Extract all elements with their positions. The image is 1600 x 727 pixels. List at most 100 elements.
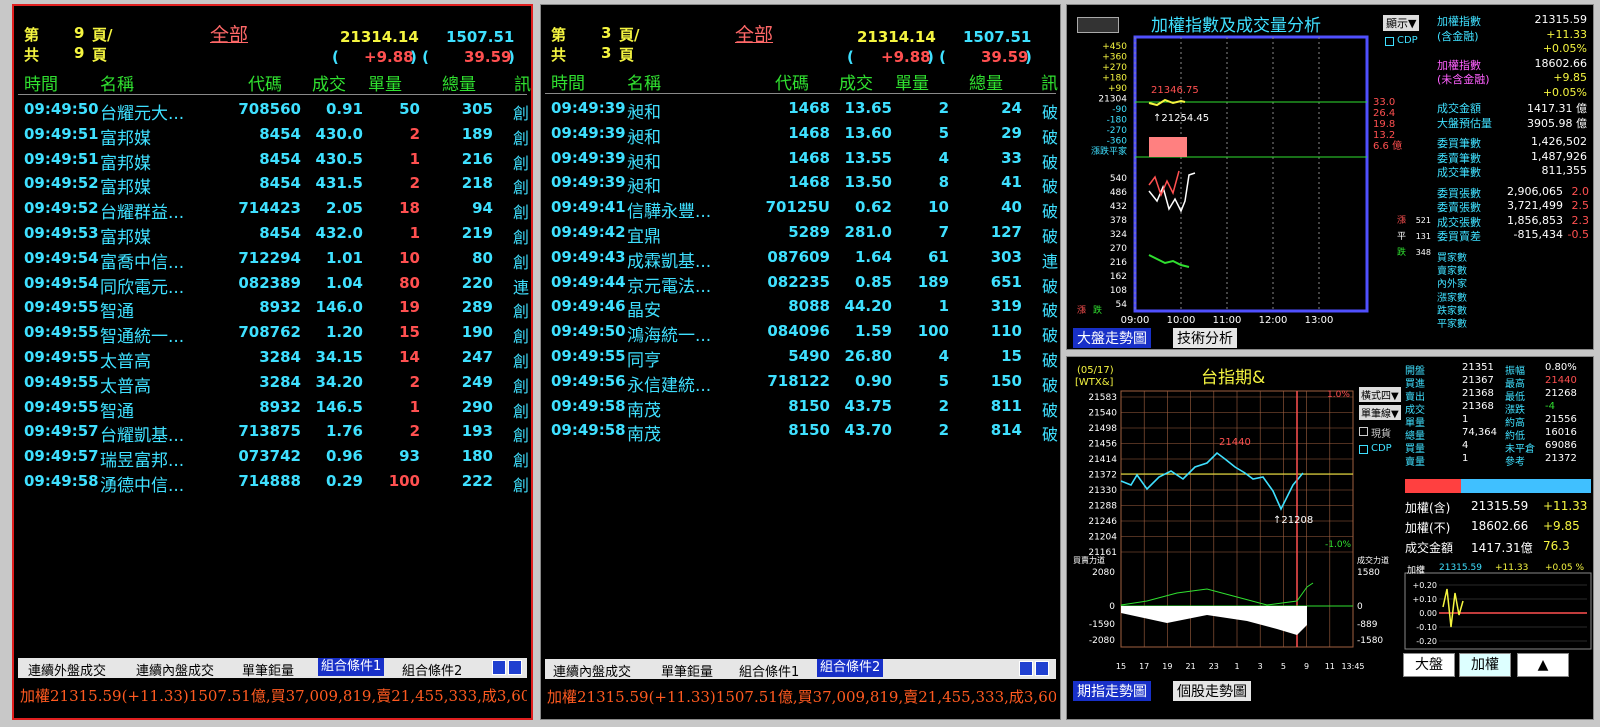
transaction-row[interactable]: 09:49:54 同欣電元... 082389 1.04 80 220 連 bbox=[14, 272, 531, 298]
weighted-button[interactable]: 加權 bbox=[1459, 653, 1511, 677]
y-tick: 21204 bbox=[1088, 533, 1117, 543]
tab-combo-1[interactable]: 組合條件1 bbox=[318, 658, 385, 676]
col-name[interactable]: 名稱 bbox=[100, 70, 134, 95]
next-page-button[interactable] bbox=[508, 660, 522, 675]
trade-qty: 5 bbox=[938, 123, 949, 142]
spot-label: 現貨 bbox=[1371, 429, 1391, 440]
index-v: 21315.59 bbox=[1471, 499, 1529, 513]
transaction-row[interactable]: 09:49:55 太普高 3284 34.20 2 249 創 bbox=[14, 371, 531, 397]
trade-time: 09:49:56 bbox=[551, 371, 626, 390]
transaction-row[interactable]: 09:49:42 宜鼎 5289 281.0 7 127 破 bbox=[541, 221, 1060, 247]
tab-market-trend[interactable]: 大盤走勢圖 bbox=[1073, 328, 1151, 348]
trade-price: 430.0 bbox=[315, 124, 363, 143]
category-link[interactable]: 全部 bbox=[210, 20, 248, 47]
mode-select-2[interactable]: 單筆線▼ bbox=[1359, 405, 1401, 420]
scroll-up-button[interactable]: ▲ bbox=[1517, 653, 1569, 677]
transaction-row[interactable]: 09:49:58 湧德中信... 714888 0.29 100 222 創 bbox=[14, 470, 531, 496]
transaction-row[interactable]: 09:49:58 南茂 8150 43.70 2 814 破 bbox=[541, 419, 1060, 445]
total-volume: 222 bbox=[461, 471, 493, 490]
transaction-list: 09:49:39 昶和 1468 13.65 2 24 破 09:49:39 昶和 1468 13.… bbox=[541, 97, 1060, 445]
transaction-row[interactable]: 09:49:52 富邦媒 8454 431.5 2 218 創 bbox=[14, 172, 531, 198]
col-qty[interactable]: 單量 bbox=[895, 69, 929, 94]
prev-page-button[interactable] bbox=[1019, 661, 1033, 676]
tab-inner-continuous[interactable]: 連續內盤成交 bbox=[553, 661, 631, 680]
transaction-row[interactable]: 09:49:39 昶和 1468 13.65 2 24 破 bbox=[541, 97, 1060, 123]
transaction-row[interactable]: 09:49:57 瑞昱富邦... 073742 0.96 93 180 創 bbox=[14, 445, 531, 471]
mode-select-1[interactable]: 橫式四▼ bbox=[1359, 387, 1401, 402]
stock-name: 台耀元大... bbox=[100, 104, 185, 124]
stock-code: 713875 bbox=[238, 422, 301, 441]
transaction-row[interactable]: 09:49:51 富邦媒 8454 430.5 1 216 創 bbox=[14, 148, 531, 174]
transaction-row[interactable]: 09:49:56 永信建統... 718122 0.90 5 150 破 bbox=[541, 370, 1060, 396]
tab-outer-continuous[interactable]: 連續外盤成交 bbox=[28, 660, 106, 679]
transaction-row[interactable]: 09:49:39 昶和 1468 13.50 8 41 破 bbox=[541, 171, 1060, 197]
total-volume: 319 bbox=[990, 297, 1022, 316]
trade-time: 09:49:39 bbox=[551, 148, 626, 167]
trade-price: 0.62 bbox=[854, 198, 892, 217]
transaction-row[interactable]: 09:49:58 南茂 8150 43.75 2 811 破 bbox=[541, 395, 1060, 421]
tab-technical[interactable]: 技術分析 bbox=[1173, 328, 1237, 348]
transaction-row[interactable]: 09:49:55 智通統一... 708762 1.20 15 190 創 bbox=[14, 321, 531, 347]
total-volume: 15 bbox=[1001, 346, 1022, 365]
prev-page-button[interactable] bbox=[492, 660, 506, 675]
tab-big-single[interactable]: 單筆鉅量 bbox=[242, 660, 294, 679]
col-flag[interactable]: 訊 bbox=[514, 70, 531, 95]
col-price[interactable]: 成交 bbox=[312, 70, 346, 95]
transaction-row[interactable]: 09:49:54 富喬中信... 712294 1.01 10 80 創 bbox=[14, 247, 531, 273]
category-link[interactable]: 全部 bbox=[735, 20, 773, 47]
total-volume: 180 bbox=[461, 447, 493, 466]
info-label: (含金融) bbox=[1437, 29, 1479, 43]
transaction-row[interactable]: 09:49:44 京元電法... 082235 0.85 189 651 破 bbox=[541, 271, 1060, 297]
col-price[interactable]: 成交 bbox=[839, 69, 873, 94]
transaction-row[interactable]: 09:49:55 同亨 5490 26.80 4 15 破 bbox=[541, 345, 1060, 371]
y-tick: -360 bbox=[1107, 137, 1128, 147]
transaction-row[interactable]: 09:49:50 台耀元大... 708560 0.91 50 305 創 bbox=[14, 98, 531, 124]
transaction-row[interactable]: 09:49:55 智通 8932 146.0 19 289 創 bbox=[14, 296, 531, 322]
cdp-checkbox[interactable] bbox=[1359, 445, 1368, 454]
transaction-row[interactable]: 09:49:41 信驊永豐... 70125U 0.62 10 40 破 bbox=[541, 196, 1060, 222]
col-time[interactable]: 時間 bbox=[551, 69, 585, 94]
tab-stock-trend[interactable]: 個股走勢圖 bbox=[1173, 681, 1251, 701]
col-code[interactable]: 代碼 bbox=[775, 69, 809, 94]
page-suffix: 頁/ bbox=[619, 26, 640, 44]
transaction-row[interactable]: 09:49:55 太普高 3284 34.15 14 247 創 bbox=[14, 346, 531, 372]
tab-combo-2[interactable]: 組合條件2 bbox=[817, 659, 884, 677]
transaction-row[interactable]: 09:49:39 昶和 1468 13.55 4 33 破 bbox=[541, 147, 1060, 173]
tab-combo-1[interactable]: 組合條件1 bbox=[739, 661, 799, 680]
tab-combo-2[interactable]: 組合條件2 bbox=[402, 660, 462, 679]
transaction-row[interactable]: 09:49:55 智通 8932 146.5 1 290 創 bbox=[14, 396, 531, 422]
transaction-row[interactable]: 09:49:46 晶安 8088 44.20 1 319 破 bbox=[541, 295, 1060, 321]
quote-v1: 4 bbox=[1462, 440, 1469, 451]
transaction-row[interactable]: 09:49:52 台耀群益... 714423 2.05 18 94 創 bbox=[14, 197, 531, 223]
transaction-row[interactable]: 09:49:50 鴻海統一... 084096 1.59 100 110 破 bbox=[541, 320, 1060, 346]
total-volume: 127 bbox=[990, 222, 1022, 241]
quote-v2: -4 bbox=[1545, 401, 1555, 412]
quote-v2: 0.80% bbox=[1545, 362, 1577, 373]
tab-inner-continuous[interactable]: 連續內盤成交 bbox=[136, 660, 214, 679]
transaction-row[interactable]: 09:49:43 成霖凱基... 087609 1.64 61 303 連 bbox=[541, 246, 1060, 272]
transaction-row[interactable]: 09:49:51 富邦媒 8454 430.0 2 189 創 bbox=[14, 123, 531, 149]
tab-futures-trend[interactable]: 期指走勢圖 bbox=[1073, 681, 1151, 701]
tab-big-single[interactable]: 單筆鉅量 bbox=[661, 661, 713, 680]
mid-paren: ) ( bbox=[410, 48, 429, 66]
index-change: +9.88 bbox=[881, 48, 931, 66]
col-qty[interactable]: 單量 bbox=[368, 70, 402, 95]
stock-code: 087609 bbox=[767, 247, 830, 266]
col-code[interactable]: 代碼 bbox=[248, 70, 282, 95]
info-value: 2,906,065 bbox=[1507, 184, 1563, 198]
tab-bar: 連續外盤成交 連續內盤成交 單筆鉅量 組合條件1 組合條件2 bbox=[18, 658, 527, 679]
next-page-button[interactable] bbox=[1035, 661, 1049, 676]
y-tick: -180 bbox=[1107, 116, 1128, 126]
transaction-row[interactable]: 09:49:57 台耀凱基... 713875 1.76 2 193 創 bbox=[14, 420, 531, 446]
market-button[interactable]: 大盤 bbox=[1403, 653, 1455, 677]
col-flag[interactable]: 訊 bbox=[1041, 69, 1058, 94]
col-total[interactable]: 總量 bbox=[442, 70, 476, 95]
col-name[interactable]: 名稱 bbox=[627, 69, 661, 94]
transaction-row[interactable]: 09:49:53 富邦媒 8454 432.0 1 219 創 bbox=[14, 222, 531, 248]
col-time[interactable]: 時間 bbox=[24, 70, 58, 95]
col-total[interactable]: 總量 bbox=[969, 69, 1003, 94]
transaction-row[interactable]: 09:49:39 昶和 1468 13.60 5 29 破 bbox=[541, 122, 1060, 148]
volume-tick: 6.6 億 bbox=[1373, 139, 1402, 152]
volume-value: 1507.51 bbox=[963, 28, 1032, 46]
spot-checkbox[interactable] bbox=[1359, 427, 1368, 436]
